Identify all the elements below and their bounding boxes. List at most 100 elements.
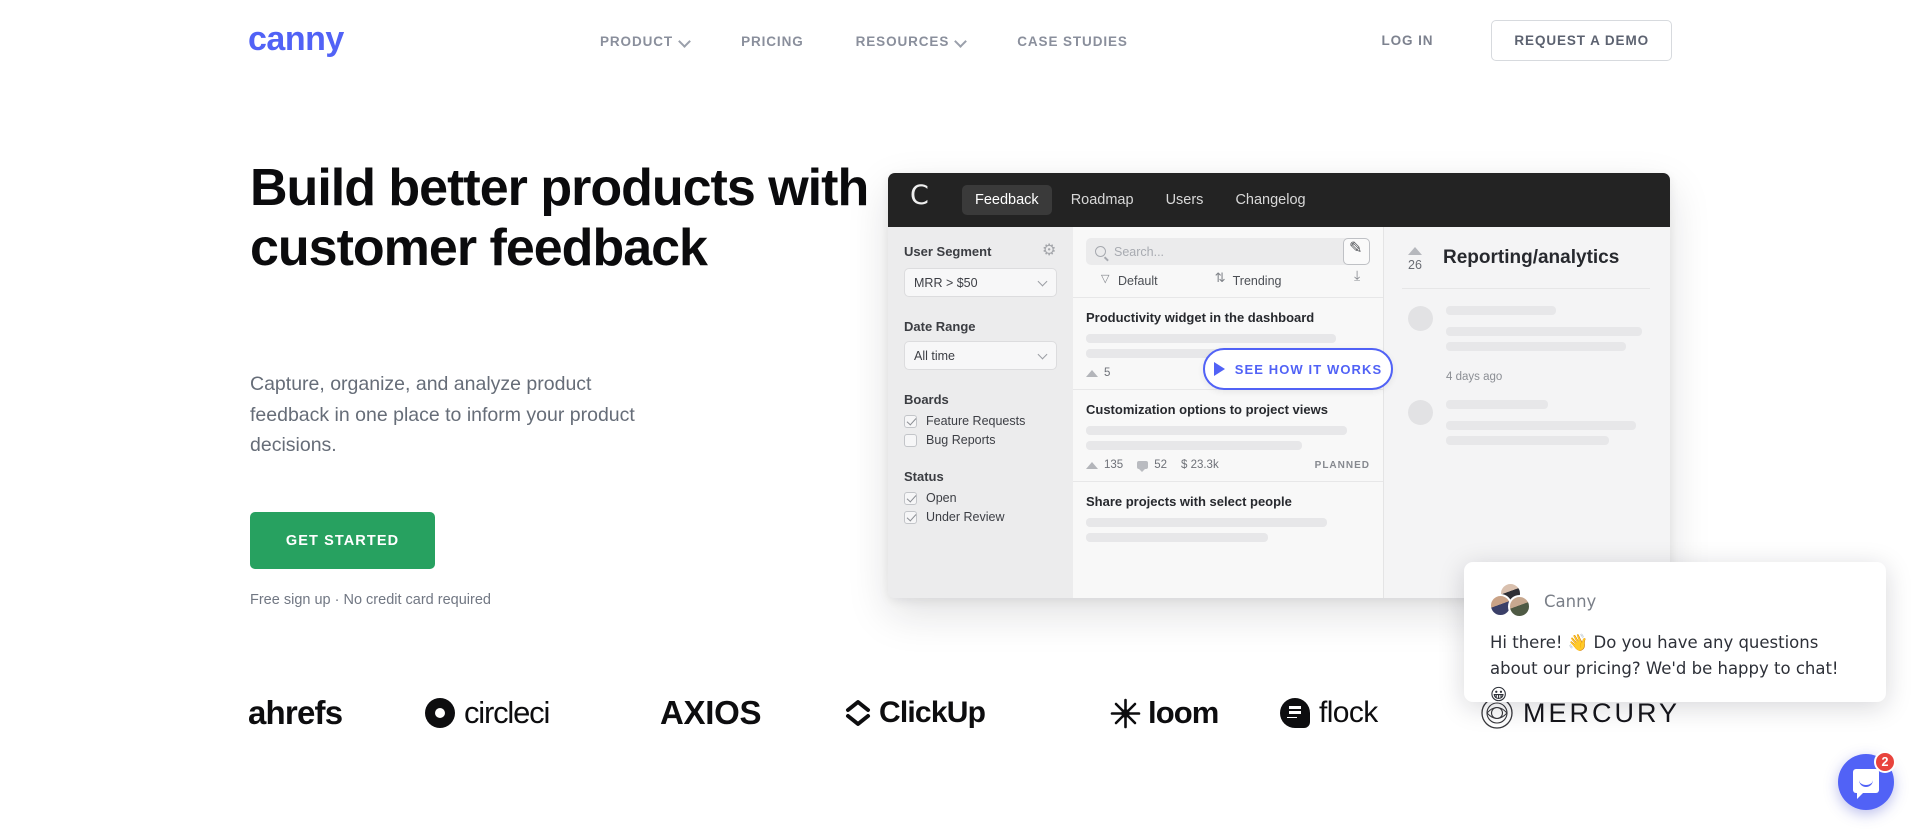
logo-ahrefs-text: ahrefs: [248, 694, 343, 731]
detail-post-title: Reporting/analytics: [1443, 247, 1620, 268]
nav-item-product-label: PRODUCT: [600, 34, 674, 49]
canny-logo[interactable]: canny: [248, 22, 344, 56]
vote-count: 5: [1086, 367, 1110, 379]
nav-item-resources[interactable]: RESOURCES: [856, 28, 966, 55]
logo-mercury-text: MERCURY: [1523, 697, 1681, 728]
skeleton-line: [1086, 533, 1268, 542]
logo-loom-text: loom: [1148, 695, 1219, 730]
chat-bubble-icon: [1853, 769, 1879, 793]
board-checkbox-bug-reports[interactable]: Bug Reports: [904, 433, 1057, 447]
detail-vote-button[interactable]: 26: [1402, 245, 1428, 272]
status-checkbox-under-review[interactable]: Under Review: [904, 510, 1057, 524]
vote-count-value: 5: [1104, 367, 1111, 379]
comment-count: 52: [1137, 459, 1167, 472]
avatar-group: [1489, 582, 1531, 618]
chevron-down-icon: [1039, 279, 1047, 287]
vote-count-value: 135: [1104, 459, 1124, 471]
post-title: Customization options to project views: [1086, 402, 1328, 417]
status-checkbox-open[interactable]: Open: [904, 491, 1057, 505]
detail-vote-count: 26: [1408, 258, 1422, 272]
comment-count-value: 52: [1154, 459, 1167, 471]
chevron-down-icon: [956, 37, 965, 46]
status-label: Status: [904, 469, 944, 484]
user-segment-label: User Segment: [904, 244, 992, 259]
chevron-down-icon: [1039, 352, 1047, 360]
sort-trending-button[interactable]: Trending: [1215, 271, 1282, 289]
mockup-tab-changelog[interactable]: Changelog: [1222, 185, 1318, 215]
filter-default-button[interactable]: Default: [1101, 272, 1158, 288]
mockup-topbar: Feedback Roadmap Users Changelog: [888, 173, 1670, 227]
filter-icon: [1101, 272, 1112, 286]
board-label: Feature Requests: [926, 414, 1026, 428]
mockup-filter-sidebar: User Segment MRR > $50 Date Range All ti…: [888, 227, 1073, 598]
feed-post-item[interactable]: Share projects with select people: [1073, 481, 1383, 558]
download-icon[interactable]: [1354, 268, 1366, 287]
upvote-icon: [1086, 369, 1098, 377]
skeleton-line: [1086, 334, 1336, 343]
hero-subtitle: Capture, organize, and analyze product f…: [250, 373, 635, 456]
skeleton-line: [1446, 306, 1557, 315]
nav-item-pricing[interactable]: PRICING: [741, 28, 804, 55]
see-how-it-works-label: SEE HOW IT WORKS: [1234, 361, 1383, 377]
boards-label: Boards: [904, 392, 949, 407]
feed-post-item[interactable]: Customization options to project views 1…: [1073, 389, 1383, 481]
nav-item-case-studies[interactable]: CASE STUDIES: [1017, 28, 1128, 55]
get-started-button[interactable]: GET STARTED: [250, 512, 435, 569]
search-input[interactable]: Search...: [1086, 238, 1370, 265]
mockup-tab-roadmap[interactable]: Roadmap: [1058, 185, 1147, 215]
date-range-select[interactable]: All time: [904, 341, 1057, 370]
nav-item-product[interactable]: PRODUCT: [600, 28, 689, 55]
comment-body: [1446, 306, 1650, 357]
checkbox-checked-icon: [904, 510, 917, 524]
avatar: [1408, 306, 1433, 331]
request-demo-button[interactable]: REQUEST A DEMO: [1491, 20, 1672, 61]
detail-header: 26 Reporting/analytics: [1402, 245, 1650, 272]
status-item-label: Open: [926, 491, 957, 505]
logo-clickup-text: ClickUp: [879, 696, 986, 729]
status-item-label: Under Review: [926, 510, 1005, 524]
detail-comment: [1402, 383, 1650, 451]
unread-badge: 2: [1874, 751, 1896, 773]
mockup-tab-feedback[interactable]: Feedback: [962, 185, 1052, 215]
user-segment-select[interactable]: MRR > $50: [904, 268, 1057, 297]
log-in-link[interactable]: LOG IN: [1381, 33, 1433, 48]
avatar: [1408, 400, 1433, 425]
logo-ahrefs: ahrefs: [248, 690, 343, 736]
feed-filter-row: Default Trending: [1073, 265, 1383, 297]
post-stats: 135 52 $ 23.3k PLANNED: [1086, 459, 1370, 472]
logo-flock-text: flock: [1319, 696, 1378, 729]
logo-axios-text: AXIOS: [660, 694, 762, 731]
search-icon: [1095, 246, 1106, 257]
nav-item-resources-label: RESOURCES: [855, 34, 950, 49]
comment-body: [1446, 400, 1650, 451]
see-how-it-works-button[interactable]: SEE HOW IT WORKS: [1203, 348, 1393, 390]
skeleton-line: [1446, 400, 1548, 409]
nav-item-case-studies-label: CASE STUDIES: [1017, 34, 1128, 49]
clickup-mark-icon: [845, 699, 871, 727]
skeleton-line: [1086, 426, 1348, 435]
board-checkbox-feature-requests[interactable]: Feature Requests: [904, 414, 1057, 428]
search-placeholder: Search...: [1114, 244, 1165, 259]
upvote-icon: [1408, 247, 1422, 255]
user-segment-label-row: User Segment: [904, 240, 1057, 260]
mockup-tab-users[interactable]: Users: [1153, 185, 1217, 215]
logo-axios: AXIOS: [660, 690, 762, 736]
create-post-button[interactable]: [1343, 238, 1370, 265]
chat-message-text: Hi there! 👋 Do you have any questions ab…: [1490, 633, 1839, 702]
skeleton-line: [1446, 421, 1636, 430]
post-title: Productivity widget in the dashboard: [1086, 310, 1315, 325]
checkbox-unchecked-icon: [904, 433, 917, 447]
board-label: Bug Reports: [926, 433, 996, 447]
circleci-mark-icon: [425, 698, 455, 728]
mockup-feedback-list: Search... Default Trending Productivity …: [1073, 227, 1384, 598]
detail-comment: [1402, 289, 1650, 357]
play-icon: [1213, 362, 1225, 376]
chat-message-card[interactable]: Canny Hi there! 👋 Do you have any questi…: [1464, 562, 1886, 702]
nav-item-pricing-label: PRICING: [741, 34, 804, 49]
customer-logo-strip: ahrefs circleci AXIOS ClickUp loom flock…: [0, 690, 1920, 780]
date-range-value: All time: [914, 348, 955, 363]
vote-count: 135: [1086, 459, 1123, 471]
chat-launcher-button[interactable]: 2: [1838, 751, 1896, 810]
gear-icon[interactable]: [1042, 240, 1057, 259]
